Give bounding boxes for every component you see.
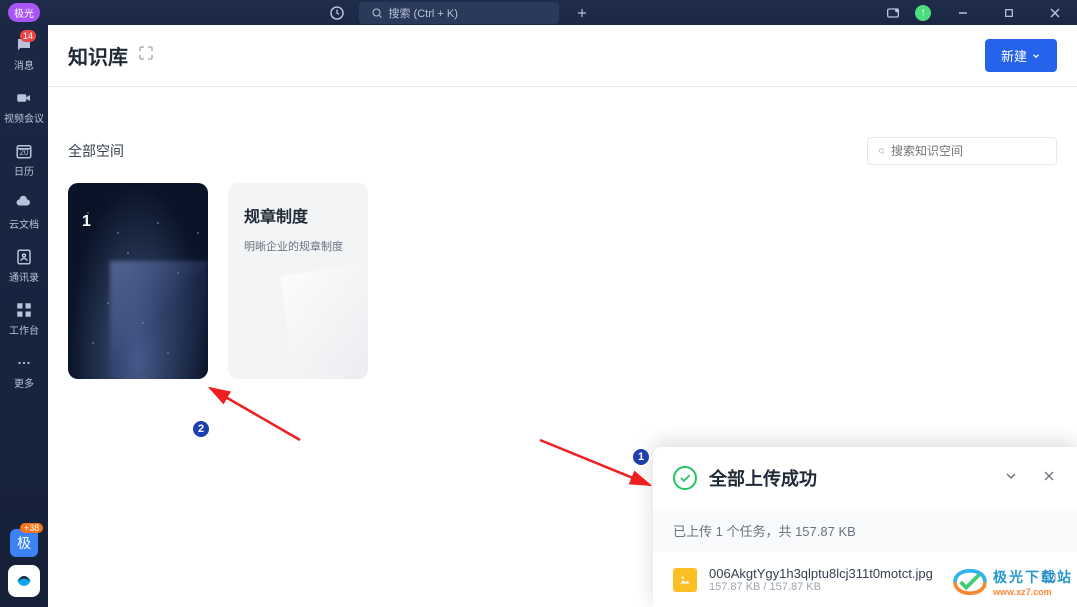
- page-title: 知识库: [68, 41, 128, 70]
- upload-title: 全部上传成功: [709, 465, 981, 491]
- sidebar-label: 视频会议: [4, 110, 44, 125]
- app-launcher[interactable]: [8, 565, 40, 597]
- sidebar-item-messages[interactable]: 14 消息: [14, 35, 34, 72]
- upload-summary: 已上传 1 个任务，共 157.87 KB: [653, 509, 1077, 552]
- avatar-badge: +38: [20, 523, 43, 533]
- maximize-button[interactable]: [995, 3, 1023, 23]
- annotation-number-1: 1: [632, 448, 650, 466]
- video-icon: [14, 88, 34, 108]
- watermark: 极光下载站 www.xz7.com: [951, 567, 1073, 597]
- sidebar-label: 日历: [14, 163, 34, 178]
- sidebar-label: 云文档: [9, 216, 39, 231]
- space-cards: 1 规章制度 明晰企业的规章制度: [68, 183, 1057, 379]
- section-title: 全部空间: [68, 141, 124, 161]
- watermark-url: www.xz7.com: [993, 587, 1073, 597]
- add-button[interactable]: [567, 3, 597, 23]
- card-title: 规章制度: [244, 203, 352, 227]
- search-placeholder: 搜索 (Ctrl + K): [389, 5, 458, 21]
- minimize-button[interactable]: [949, 3, 977, 23]
- space-card-1[interactable]: 1: [68, 183, 208, 379]
- contacts-icon: [14, 247, 34, 267]
- grid-icon: [14, 300, 34, 320]
- notification-icon[interactable]: [879, 3, 907, 23]
- file-size: 157.87 KB / 157.87 KB: [709, 581, 933, 593]
- space-search[interactable]: [867, 137, 1057, 165]
- sidebar-item-workspace[interactable]: 工作台: [9, 300, 39, 337]
- file-image-icon: [673, 568, 697, 592]
- search-icon: [878, 144, 885, 158]
- file-name: 006AkgtYgy1h3qlptu8lcj311t0motct.jpg: [709, 566, 933, 581]
- sidebar-item-video[interactable]: 视频会议: [4, 88, 44, 125]
- expand-icon[interactable]: [138, 45, 154, 66]
- sidebar-item-calendar[interactable]: 20 日历: [14, 141, 34, 178]
- calendar-icon: 20: [14, 141, 34, 161]
- sidebar-label: 工作台: [9, 322, 39, 337]
- cloud-doc-icon: [14, 194, 34, 214]
- title-bar: 极光 搜索 (Ctrl + K) ↑: [0, 0, 1077, 25]
- collapse-button[interactable]: [1003, 468, 1019, 489]
- more-icon: [14, 353, 34, 373]
- sidebar-label: 通讯录: [9, 269, 39, 284]
- chevron-down-icon: [1031, 51, 1041, 61]
- global-search[interactable]: 搜索 (Ctrl + K): [359, 2, 559, 24]
- section-header: 全部空间: [68, 137, 1057, 165]
- sidebar-item-docs[interactable]: 云文档: [9, 194, 39, 231]
- annotation-number-2: 2: [192, 420, 210, 438]
- search-icon: [371, 7, 383, 19]
- sidebar-item-more[interactable]: 更多: [14, 353, 34, 390]
- sidebar-label: 更多: [14, 375, 34, 390]
- upload-header: 全部上传成功: [653, 447, 1077, 509]
- history-icon[interactable]: [323, 3, 351, 23]
- brand-badge: 极光: [8, 3, 40, 22]
- space-search-input[interactable]: [891, 144, 1046, 158]
- success-icon: [673, 466, 697, 490]
- sidebar-item-contacts[interactable]: 通讯录: [9, 247, 39, 284]
- user-avatar[interactable]: +38 极: [10, 529, 38, 557]
- messages-badge: 14: [20, 30, 36, 42]
- left-sidebar: 14 消息 视频会议 20 日历 云文档 通讯录 工作台 更多 +38 极: [0, 25, 48, 607]
- card-number: 1: [82, 213, 91, 231]
- sidebar-label: 消息: [14, 57, 34, 72]
- page-header: 知识库 新建: [48, 25, 1077, 87]
- space-card-rules[interactable]: 规章制度 明晰企业的规章制度: [228, 183, 368, 379]
- update-indicator[interactable]: ↑: [915, 5, 931, 21]
- close-upload-button[interactable]: [1041, 468, 1057, 489]
- watermark-title: 极光下载站: [993, 567, 1073, 587]
- close-button[interactable]: [1041, 3, 1069, 23]
- card-description: 明晰企业的规章制度: [244, 239, 352, 257]
- new-button[interactable]: 新建: [985, 39, 1057, 72]
